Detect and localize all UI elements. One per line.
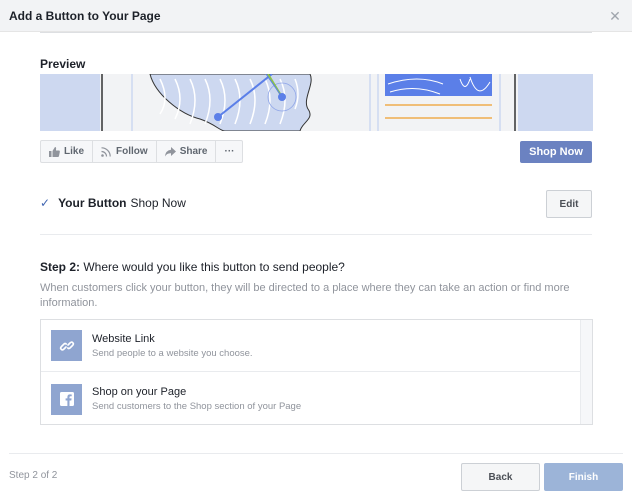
option-subtitle: Send customers to the Shop section of yo…	[92, 401, 302, 412]
share-button[interactable]: Share	[157, 141, 217, 162]
option-shop-on-page[interactable]: Shop on your Page Send customers to the …	[41, 373, 581, 425]
close-icon[interactable]: ✕	[608, 9, 622, 23]
back-button[interactable]: Back	[461, 463, 540, 491]
divider	[9, 453, 623, 454]
divider	[40, 32, 592, 33]
check-icon: ✓	[40, 196, 51, 210]
shop-now-cta-button[interactable]: Shop Now	[520, 141, 592, 163]
page-action-bar: Like Follow Share ···	[40, 140, 244, 163]
destination-options-list: Website Link Send people to a website yo…	[40, 319, 593, 425]
option-title: Website Link	[92, 332, 155, 345]
step-question: Where would you like this button to send…	[80, 260, 345, 274]
step-2-description: When customers click your button, they w…	[40, 282, 570, 309]
your-button-label: Your Button	[58, 196, 127, 210]
like-label: Like	[64, 146, 85, 157]
more-icon: ···	[224, 146, 235, 157]
cover-illustration	[40, 74, 593, 131]
divider	[40, 234, 592, 235]
thumbs-up-icon	[49, 146, 60, 157]
follow-label: Follow	[116, 146, 148, 157]
rss-icon	[101, 146, 112, 157]
your-button-value: Shop Now	[130, 196, 186, 210]
option-subtitle: Send people to a website you choose.	[92, 347, 253, 359]
dialog-header: Add a Button to Your Page ✕	[0, 0, 632, 32]
step-2-title: Step 2: Where would you like this button…	[40, 260, 345, 274]
dialog-title: Add a Button to Your Page	[9, 9, 161, 23]
add-button-dialog: Add a Button to Your Page ✕ Preview Like…	[0, 0, 632, 500]
preview-title: Preview	[40, 57, 86, 71]
step-counter: Step 2 of 2	[9, 470, 58, 481]
cover-image	[40, 74, 593, 131]
follow-button[interactable]: Follow	[93, 141, 157, 162]
link-icon	[51, 330, 82, 361]
facebook-icon	[51, 383, 82, 415]
option-title: Shop on your Page	[92, 386, 187, 398]
edit-button[interactable]: Edit	[546, 190, 592, 218]
your-button-summary: ✓ Your Button Shop Now	[40, 196, 186, 210]
finish-button[interactable]: Finish	[544, 463, 623, 491]
share-arrow-icon	[164, 146, 176, 157]
options-scrollbar[interactable]	[580, 320, 592, 424]
share-label: Share	[179, 146, 208, 157]
step-prefix: Step 2:	[40, 260, 81, 274]
option-website-link[interactable]: Website Link Send people to a website yo…	[41, 320, 581, 372]
like-button[interactable]: Like	[41, 141, 94, 162]
more-button[interactable]: ···	[216, 141, 242, 162]
